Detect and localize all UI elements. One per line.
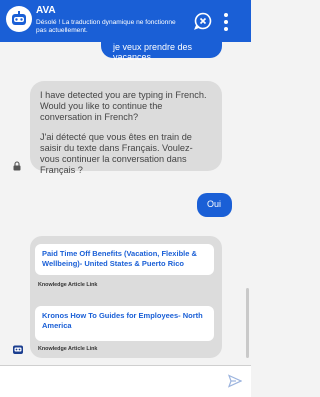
close-chat-button[interactable] [194, 12, 212, 30]
send-button[interactable] [227, 374, 243, 388]
scrollbar[interactable] [246, 288, 249, 358]
bot-icon [13, 345, 23, 354]
close-chat-icon [194, 12, 212, 30]
article-link-label: Knowledge Article Link [38, 346, 98, 352]
chat-header: AVA Désolé ! La traduction dynamique ne … [0, 0, 251, 42]
chat-subtitle: Désolé ! La traduction dynamique ne fonc… [36, 19, 176, 34]
message-input[interactable] [6, 372, 218, 392]
robot-icon [6, 6, 32, 32]
article-link[interactable]: Kronos How To Guides for Employees- Nort… [35, 306, 214, 341]
user-reply-button[interactable]: Oui [197, 193, 232, 217]
message-composer [0, 365, 251, 397]
bot-message: I have detected you are typing in French… [30, 81, 222, 175]
lock-icon [13, 161, 21, 171]
chat-window: AVA Désolé ! La traduction dynamique ne … [0, 0, 251, 397]
more-options-button[interactable] [219, 12, 233, 32]
article-link-label: Knowledge Article Link [38, 282, 98, 288]
send-icon [227, 374, 243, 388]
article-link[interactable]: Paid Time Off Benefits (Vacation, Flexib… [35, 244, 214, 275]
article-links-bubble: Paid Time Off Benefits (Vacation, Flexib… [30, 236, 222, 358]
chat-title: AVA [36, 5, 56, 16]
user-message: je veux prendre des vacances [101, 38, 222, 62]
bot-message-english: I have detected you are typing in French… [40, 90, 207, 122]
bot-message-french: J'ai détecté que vous êtes en train de s… [40, 132, 193, 175]
